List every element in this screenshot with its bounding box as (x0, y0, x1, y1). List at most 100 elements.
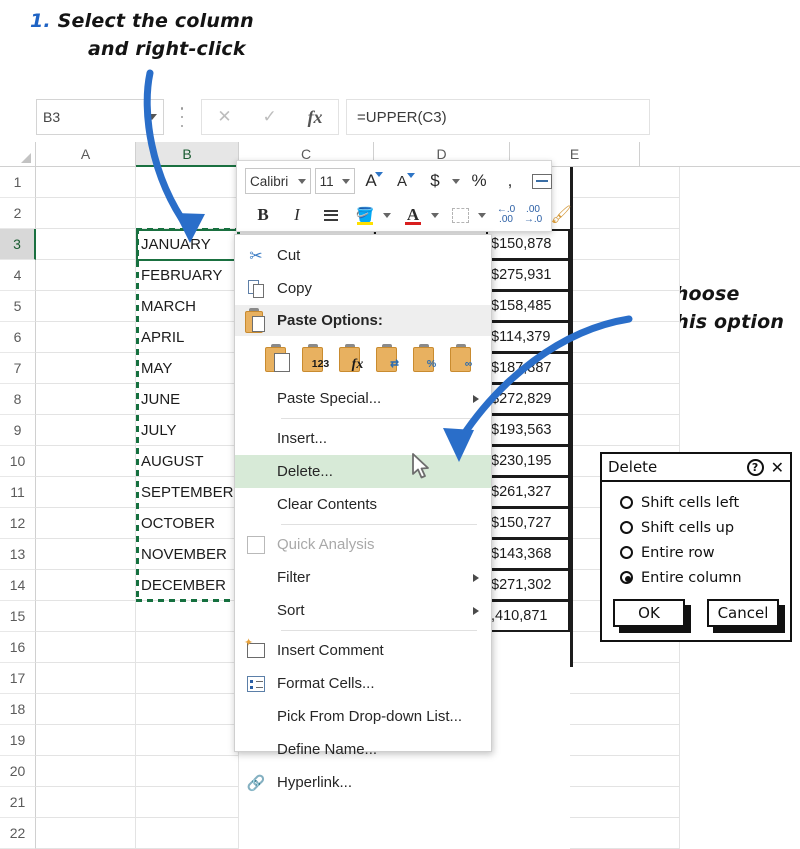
help-icon[interactable]: ? (747, 459, 764, 476)
percent-format-icon[interactable]: % (468, 167, 490, 195)
format-painter-icon[interactable]: 🖌 (550, 201, 572, 229)
cell-E7[interactable] (570, 353, 680, 384)
close-icon[interactable]: ✕ (771, 458, 784, 477)
cell-D8[interactable]: $272,829 (486, 384, 570, 415)
cell-B8[interactable]: JUNE (136, 384, 239, 415)
context-menu-item-insert[interactable]: Insert... (235, 422, 491, 455)
cell-B16[interactable] (136, 632, 239, 663)
context-menu-item-paste-special[interactable]: Paste Special... (235, 382, 491, 415)
row-header-9[interactable]: 9 (0, 415, 36, 446)
row-header-20[interactable]: 20 (0, 756, 36, 787)
paste-link-icon[interactable]: ∞ (450, 344, 478, 374)
cell-E4[interactable] (570, 260, 680, 291)
cell-E1[interactable] (570, 167, 680, 198)
cell-E22[interactable] (570, 818, 680, 849)
cell-B15[interactable] (136, 601, 239, 632)
cell-B4[interactable]: FEBRUARY (136, 260, 239, 291)
row-header-5[interactable]: 5 (0, 291, 36, 322)
row-header-10[interactable]: 10 (0, 446, 36, 477)
cell-B22[interactable] (136, 818, 239, 849)
row-header-16[interactable]: 16 (0, 632, 36, 663)
increase-decimal-icon[interactable]: .00→.0 (522, 201, 544, 229)
fx-icon[interactable]: fx (308, 107, 323, 128)
merge-cells-icon[interactable] (531, 167, 553, 195)
cell-D3[interactable]: $150,878 (486, 229, 570, 260)
column-header-f[interactable] (640, 142, 800, 167)
row-header-17[interactable]: 17 (0, 663, 36, 694)
paste-transpose-icon[interactable]: ⇄ (376, 344, 404, 374)
cell-D13[interactable]: $143,368 (486, 539, 570, 570)
row-header-18[interactable]: 18 (0, 694, 36, 725)
row-header-19[interactable]: 19 (0, 725, 36, 756)
radio-button-icon[interactable] (620, 521, 633, 534)
cell-E17[interactable] (570, 663, 680, 694)
shrink-font-icon[interactable]: A (391, 167, 413, 195)
row-header-13[interactable]: 13 (0, 539, 36, 570)
cell-A5[interactable] (36, 291, 136, 322)
cell-B20[interactable] (136, 756, 239, 787)
font-color-icon[interactable]: A (402, 201, 424, 229)
row-header-22[interactable]: 22 (0, 818, 36, 849)
radio-entire-row[interactable]: Entire row (620, 540, 790, 565)
chevron-down-icon[interactable] (147, 114, 157, 120)
radio-button-icon-selected[interactable] (620, 571, 633, 584)
paste-formatting-icon[interactable]: % (413, 344, 441, 374)
context-menu-item-filter[interactable]: Filter (235, 561, 491, 594)
context-menu-item-insert-comment[interactable]: Insert Comment (235, 634, 491, 667)
cell-A17[interactable] (36, 663, 136, 694)
confirm-icon[interactable]: ✓ (262, 107, 276, 127)
context-menu-item-cut[interactable]: ✂ Cut (235, 239, 491, 272)
cell-B12[interactable]: OCTOBER (136, 508, 239, 539)
cell-E21[interactable] (570, 787, 680, 818)
cell-A3[interactable] (36, 229, 136, 260)
radio-shift-cells-left[interactable]: Shift cells left (620, 490, 790, 515)
cell-D4[interactable]: $275,931 (486, 260, 570, 291)
cell-B10[interactable]: AUGUST (136, 446, 239, 477)
cell-A19[interactable] (36, 725, 136, 756)
cell-E9[interactable] (570, 415, 680, 446)
radio-entire-column[interactable]: Entire column (620, 565, 790, 590)
name-box[interactable]: B3 (36, 99, 164, 135)
cell-D7[interactable]: $187,887 (486, 353, 570, 384)
cell-B3[interactable]: JANUARY (136, 229, 239, 260)
cell-E6[interactable] (570, 322, 680, 353)
cell-A20[interactable] (36, 756, 136, 787)
cell-A21[interactable] (36, 787, 136, 818)
cell-E3[interactable] (570, 229, 680, 260)
grow-font-icon[interactable]: A (360, 167, 382, 195)
formula-input[interactable]: =UPPER(C3) (346, 99, 650, 135)
cell-D5[interactable]: $158,485 (486, 291, 570, 322)
context-menu-item-format-cells[interactable]: Format Cells... (235, 667, 491, 700)
row-header-12[interactable]: 12 (0, 508, 36, 539)
cell-A15[interactable] (36, 601, 136, 632)
font-name-selector[interactable]: Calibri (245, 168, 311, 194)
column-header-a[interactable]: A (36, 142, 136, 167)
cell-B2[interactable] (136, 198, 239, 229)
radio-shift-cells-up[interactable]: Shift cells up (620, 515, 790, 540)
column-header-b[interactable]: B (136, 142, 239, 167)
cell-B17[interactable] (136, 663, 239, 694)
cell-D10[interactable]: $230,195 (486, 446, 570, 477)
cell-B7[interactable]: MAY (136, 353, 239, 384)
row-header-11[interactable]: 11 (0, 477, 36, 508)
cell-E5[interactable] (570, 291, 680, 322)
cell-E18[interactable] (570, 694, 680, 725)
cell-A9[interactable] (36, 415, 136, 446)
cell-B6[interactable]: APRIL (136, 322, 239, 353)
context-menu-item-copy[interactable]: Copy (235, 272, 491, 305)
context-menu-item-clear-contents[interactable]: Clear Contents (235, 488, 491, 521)
cell-A12[interactable] (36, 508, 136, 539)
cell-D6[interactable]: $114,379 (486, 322, 570, 353)
ok-button[interactable]: OK (613, 599, 685, 627)
cell-A10[interactable] (36, 446, 136, 477)
cell-A18[interactable] (36, 694, 136, 725)
cell-A1[interactable] (36, 167, 136, 198)
paste-formulas-icon[interactable]: fx (339, 344, 367, 374)
context-menu-item-pick-from-list[interactable]: Pick From Drop-down List... (235, 700, 491, 733)
cell-E19[interactable] (570, 725, 680, 756)
cell-B19[interactable] (136, 725, 239, 756)
cell-B13[interactable]: NOVEMBER (136, 539, 239, 570)
chevron-down-icon[interactable] (298, 179, 306, 184)
cell-E20[interactable] (570, 756, 680, 787)
cell-D12[interactable]: $150,727 (486, 508, 570, 539)
